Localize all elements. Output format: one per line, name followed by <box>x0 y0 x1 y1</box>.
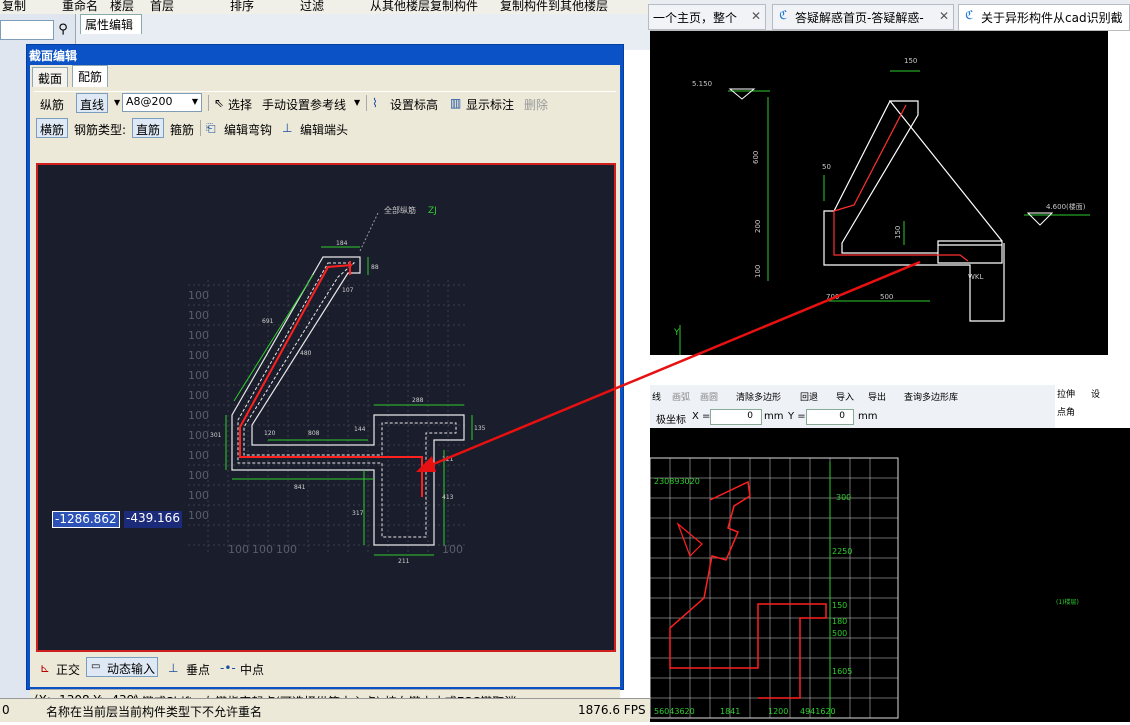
annotation-layer <box>416 260 921 472</box>
annotation-arrow <box>423 260 921 470</box>
arrow-head <box>416 456 436 472</box>
